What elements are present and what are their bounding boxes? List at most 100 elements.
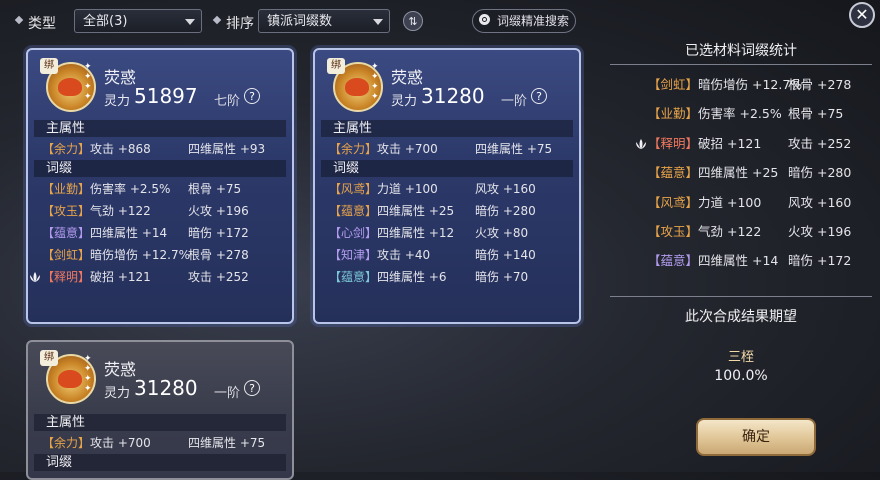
affix-tag: 【释明】 bbox=[42, 270, 91, 284]
lotus-icon bbox=[28, 270, 42, 282]
affix-stat2: 根骨 +75 bbox=[188, 182, 242, 196]
power-label: 灵力 bbox=[104, 386, 131, 401]
power-label: 灵力 bbox=[391, 94, 418, 109]
affix-search-button[interactable]: 词缀精准搜索 bbox=[472, 9, 576, 33]
affix-stat2: 四维属性 +75 bbox=[188, 436, 266, 450]
help-icon[interactable]: ? bbox=[244, 380, 260, 396]
sort-order-toggle[interactable]: ⇅ bbox=[403, 11, 423, 31]
result-title: 此次合成结果期望 bbox=[685, 309, 797, 325]
help-icon[interactable]: ? bbox=[244, 88, 260, 104]
affix-stat2: 暗伤 +280 bbox=[475, 204, 536, 218]
affix-stat: 暗伤增伤 +12.7% bbox=[90, 248, 191, 262]
affix-row: 【释明】破招 +121 bbox=[636, 135, 762, 153]
power-value: 31280 bbox=[421, 84, 485, 108]
diamond-icon bbox=[212, 15, 222, 25]
star-icons: ✦ ✦ ✦ ✦ bbox=[371, 62, 379, 102]
affix-stat: 暗伤增伤 +12.7% bbox=[698, 77, 803, 92]
affix-tag: 【业勤】 bbox=[42, 182, 91, 196]
bound-badge: 绑 bbox=[40, 350, 58, 366]
affix-search-label: 词缀精准搜索 bbox=[497, 14, 570, 28]
affix-tag: 【蕴意】 bbox=[42, 226, 91, 240]
affix-tag: 【余力】 bbox=[329, 142, 378, 156]
affix-stat2: 暗伤 +172 bbox=[188, 226, 249, 240]
sort-label: 排序 bbox=[226, 16, 254, 32]
affix-stat: 攻击 +868 bbox=[90, 142, 151, 156]
star-icons: ✦ ✦ ✦ ✦ bbox=[84, 62, 92, 102]
main-attr-row: 【余力】攻击 +868 bbox=[42, 140, 151, 158]
affix-row: 【蕴意】四维属性 +25 bbox=[329, 202, 454, 220]
type-select[interactable]: 全部(3) bbox=[74, 9, 202, 33]
rank-label: 一阶 bbox=[501, 94, 528, 109]
affix-stat: 四维属性 +14 bbox=[90, 226, 168, 240]
affix-stat: 气劲 +122 bbox=[698, 224, 762, 239]
affix-stat2: 暗伤 +280 bbox=[788, 165, 852, 181]
affix-stat2: 风攻 +160 bbox=[475, 182, 536, 196]
affix-stat: 伤害率 +2.5% bbox=[90, 182, 171, 196]
result-percent: 100.0% bbox=[714, 368, 768, 384]
affix-tag: 【攻玉】 bbox=[42, 204, 91, 218]
affix-tag: 【知津】 bbox=[329, 248, 378, 262]
affix-stat: 四维属性 +12 bbox=[377, 226, 455, 240]
affix-row: 【释明】破招 +121 bbox=[30, 268, 151, 286]
power-label: 灵力 bbox=[104, 94, 131, 109]
affix-tag: 【释明】 bbox=[648, 135, 699, 151]
affix-row: 【心剑】四维属性 +12 bbox=[329, 224, 454, 242]
divider bbox=[610, 64, 872, 65]
affix-tag: 【剑虹】 bbox=[648, 77, 699, 92]
affix-row: 【蕴意】四维属性 +6 bbox=[329, 268, 447, 286]
sort-select[interactable]: 镇派词缀数 bbox=[258, 9, 390, 33]
flame-icon bbox=[345, 78, 369, 96]
affix-row: 【风鸢】力道 +100 bbox=[648, 194, 761, 212]
affix-summary-panel: 已选材料词缀统计 【剑虹】暗伤增伤 +12.7% 根骨 +278 【业勤】伤害率 +… bbox=[610, 34, 872, 472]
affix-stat2: 风攻 +160 bbox=[788, 194, 852, 210]
affix-stat: 四维属性 +6 bbox=[377, 270, 447, 284]
affix-row: 【蕴意】四维属性 +14 bbox=[42, 224, 167, 242]
affix-tag: 【余力】 bbox=[42, 142, 91, 156]
confirm-button[interactable]: 确定 bbox=[696, 418, 816, 456]
affix-stat: 攻击 +700 bbox=[377, 142, 438, 156]
star-icons: ✦ ✦ ✦ ✦ bbox=[84, 354, 92, 394]
affix-row: 【剑虹】暗伤增伤 +12.7% bbox=[42, 246, 190, 264]
affix-row: 【业勤】伤害率 +2.5% bbox=[42, 180, 170, 198]
affix-stat: 破招 +121 bbox=[698, 135, 762, 151]
affix-stat2: 四维属性 +93 bbox=[188, 142, 266, 156]
affix-stat: 破招 +121 bbox=[90, 270, 151, 284]
equipment-card[interactable]: 绑 ✦ ✦ ✦ ✦ 荧惑 灵力 51897 七阶 ? 主属性 【余力】攻击 +868 … bbox=[26, 48, 294, 324]
affix-row: 【知津】攻击 +40 bbox=[329, 246, 430, 264]
search-icon bbox=[479, 14, 490, 25]
affix-tag: 【攻玉】 bbox=[648, 224, 699, 239]
affix-stat: 攻击 +700 bbox=[90, 436, 151, 450]
flame-icon bbox=[58, 78, 82, 96]
equipment-card[interactable]: 绑 ✦ ✦ ✦ ✦ 荧惑 灵力 31280 一阶 ? 主属性 【余力】攻击 +700 … bbox=[26, 340, 294, 480]
affix-stat2: 攻击 +252 bbox=[188, 270, 249, 284]
affix-stat2: 根骨 +278 bbox=[788, 77, 852, 92]
bound-badge: 绑 bbox=[327, 58, 345, 74]
affix-tag: 【心剑】 bbox=[329, 226, 378, 240]
affix-tag: 【剑虹】 bbox=[42, 248, 91, 262]
affix-row: 【剑虹】暗伤增伤 +12.7% bbox=[648, 76, 802, 94]
affix-tag: 【蕴意】 bbox=[329, 270, 378, 284]
affix-tag: 【风鸢】 bbox=[648, 194, 699, 210]
divider bbox=[610, 296, 872, 297]
type-label: 类型 bbox=[28, 16, 56, 32]
affix-stat2: 火攻 +80 bbox=[475, 226, 529, 240]
help-icon[interactable]: ? bbox=[531, 88, 547, 104]
affix-stat: 伤害率 +2.5% bbox=[698, 106, 782, 122]
affix-stat: 力道 +100 bbox=[377, 182, 438, 196]
rank-label: 七阶 bbox=[214, 94, 241, 109]
item-name: 荧惑 bbox=[104, 360, 137, 379]
affix-stat: 气劲 +122 bbox=[90, 204, 151, 218]
flame-icon bbox=[58, 370, 82, 388]
type-select-value: 全部(3) bbox=[83, 14, 128, 29]
diamond-icon bbox=[14, 15, 24, 25]
affix-stat: 四维属性 +14 bbox=[698, 253, 779, 269]
equipment-card[interactable]: 绑 ✦ ✦ ✦ ✦ 荧惑 灵力 31280 一阶 ? 主属性 【余力】攻击 +700 … bbox=[313, 48, 581, 324]
close-button[interactable]: ✕ bbox=[849, 2, 875, 28]
affix-stat2: 根骨 +278 bbox=[188, 248, 249, 262]
item-name: 荧惑 bbox=[391, 68, 424, 87]
affix-header: 词缀 bbox=[321, 160, 573, 177]
affix-stat: 四维属性 +25 bbox=[698, 165, 779, 181]
affix-row: 【攻玉】气劲 +122 bbox=[42, 202, 151, 220]
affix-stat2: 根骨 +75 bbox=[788, 106, 844, 122]
affix-row: 【业勤】伤害率 +2.5% bbox=[648, 105, 782, 123]
